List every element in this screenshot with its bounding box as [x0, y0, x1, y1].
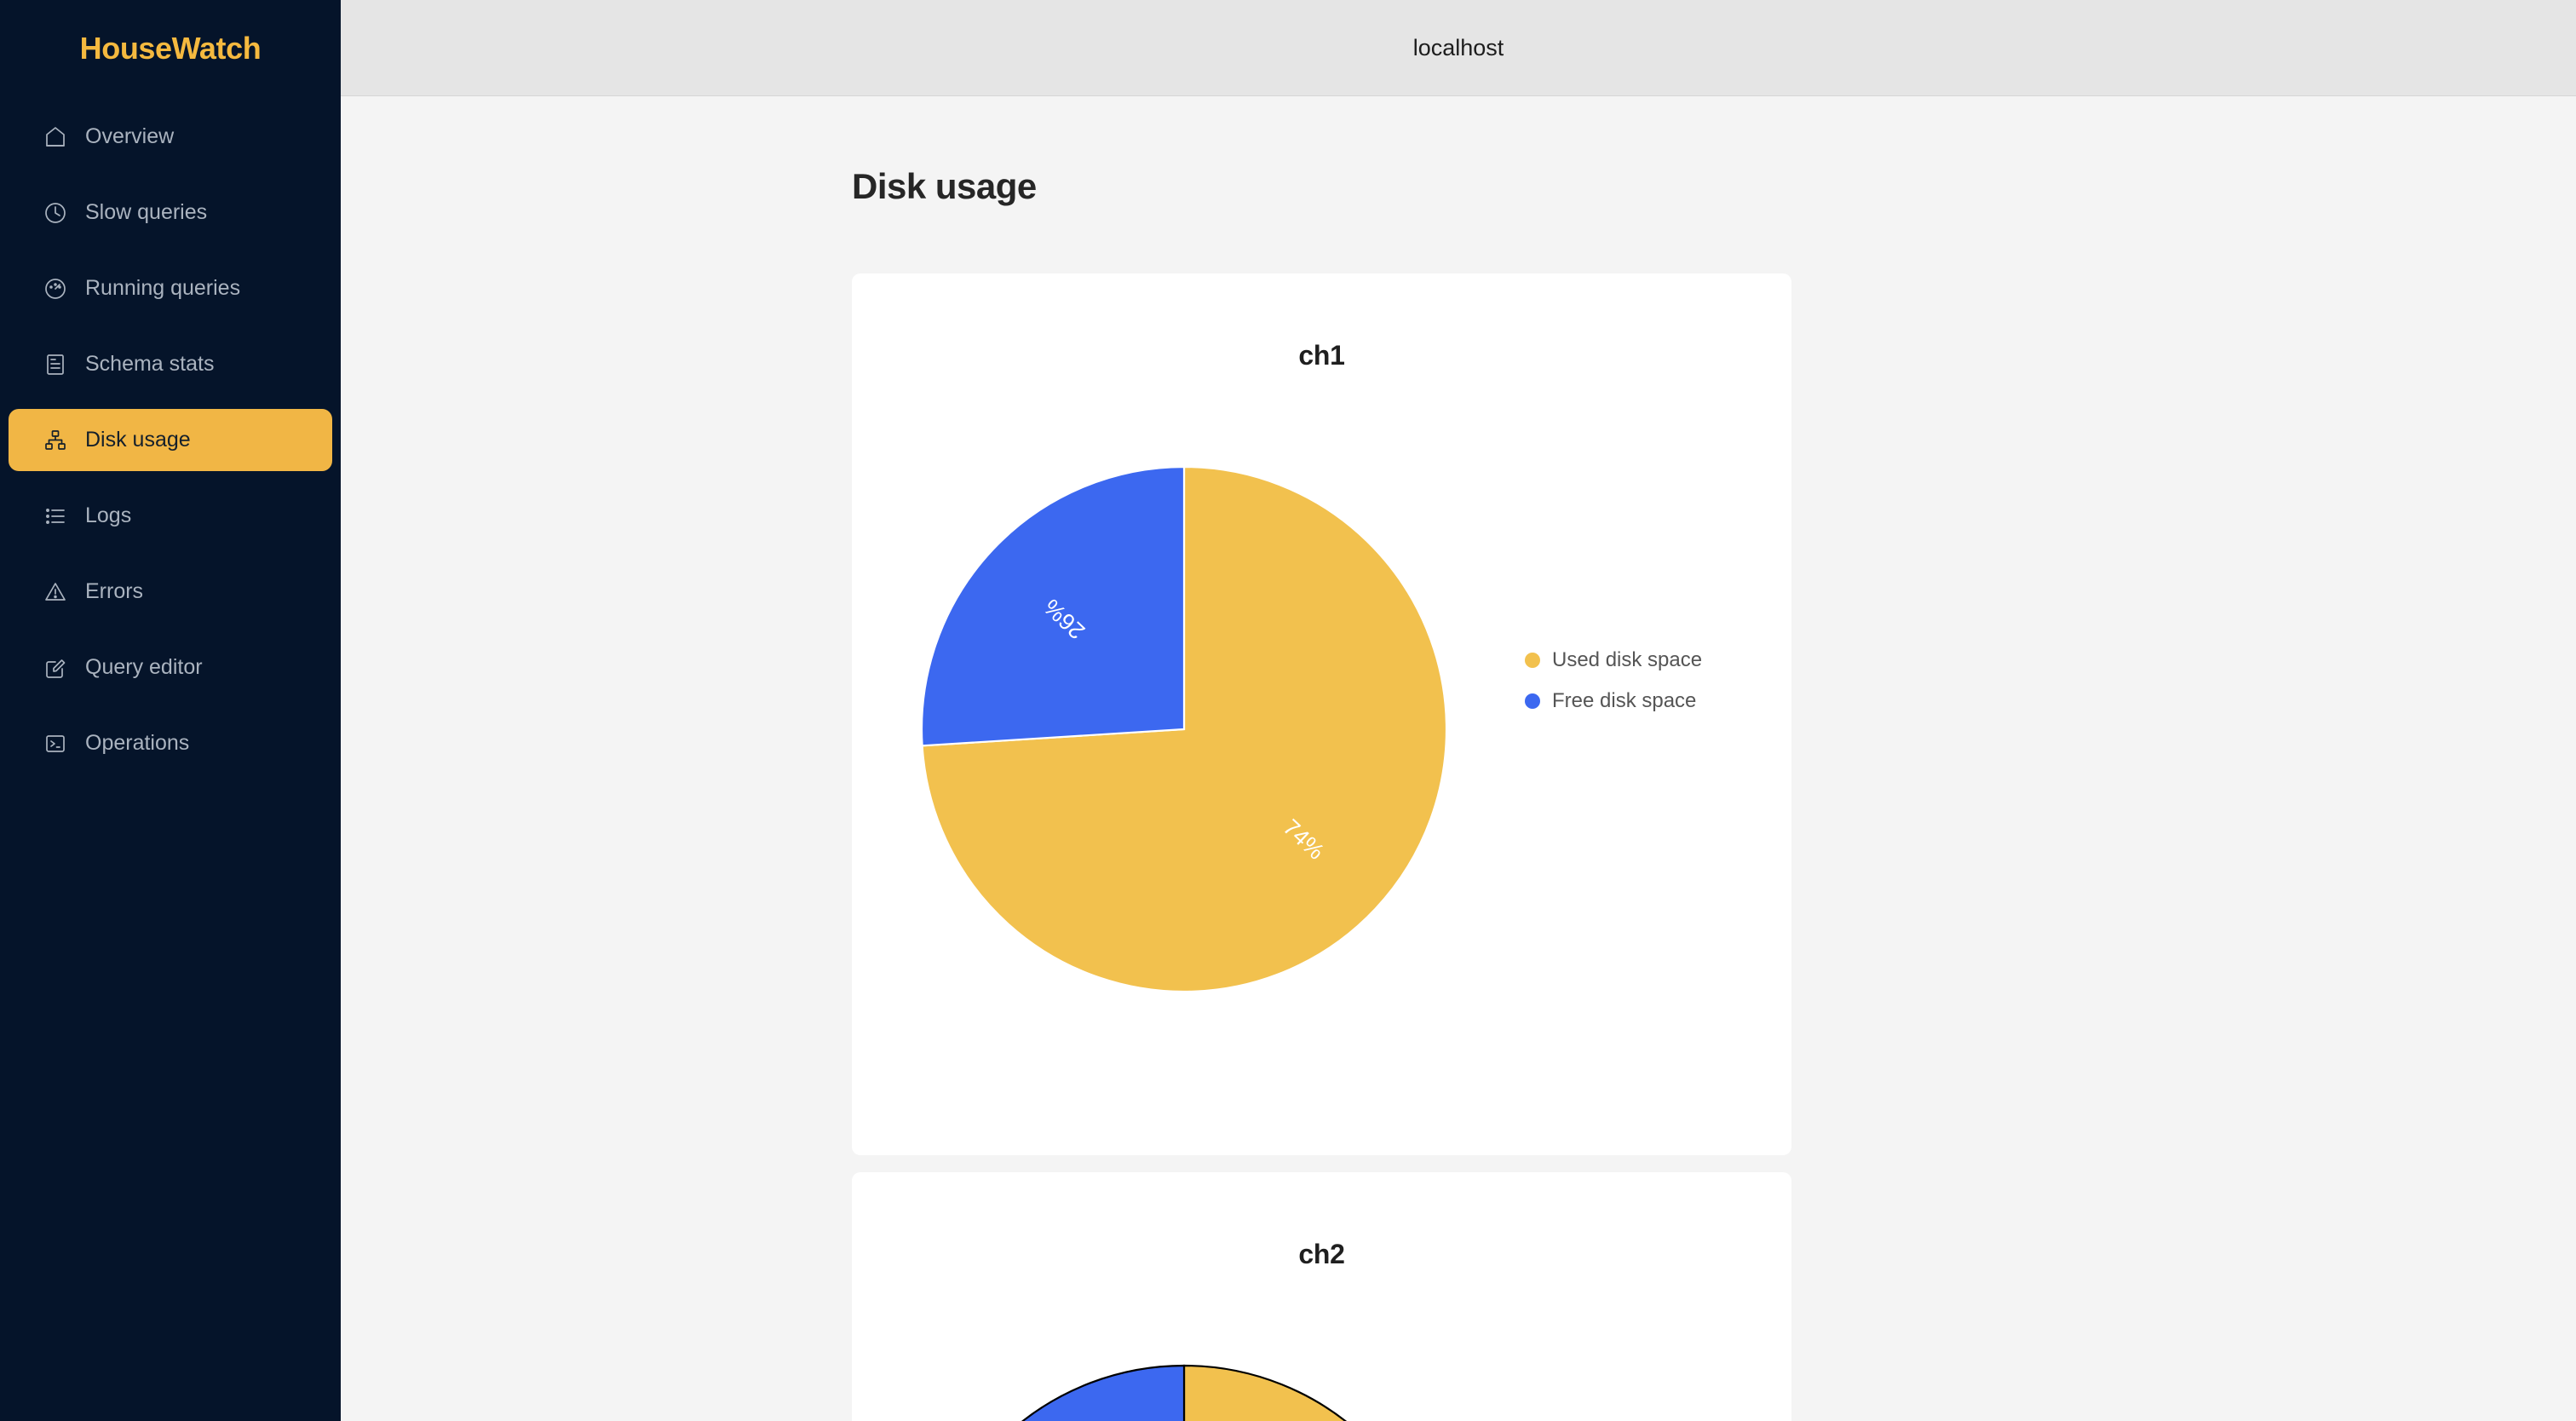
app-logo: HouseWatch [0, 24, 341, 85]
legend-item[interactable]: Used disk space [1525, 640, 1702, 681]
sidebar-item-overview[interactable]: Overview [9, 106, 332, 168]
sidebar: HouseWatch Overview Slow queries Running q… [0, 0, 341, 1421]
sidebar-item-label: Logs [85, 503, 131, 528]
sitemap-icon [43, 428, 68, 453]
sidebar-item-slow-queries[interactable]: Slow queries [9, 181, 332, 244]
page-title: Disk usage [341, 96, 2576, 207]
pie-wrapper: 74%26% [903, 431, 1653, 1032]
chart-area: 74%26%Used disk space Free disk space [852, 401, 1791, 1049]
sidebar-item-label: Schema stats [85, 352, 214, 377]
topbar: localhost [341, 0, 2576, 96]
pie-slice-free-disk-space[interactable] [923, 1366, 1184, 1421]
edit-square-icon [43, 655, 68, 681]
legend-color-swatch [1525, 693, 1540, 709]
sidebar-item-schema-stats[interactable]: Schema stats [9, 333, 332, 395]
legend-label: Used disk space [1552, 648, 1702, 672]
disk-usage-card-grid: ch174%26%Used disk spaceFree disk spacec… [341, 273, 2406, 1421]
terminal-icon [43, 731, 68, 757]
sidebar-item-label: Operations [85, 731, 189, 756]
sidebar-item-operations[interactable]: Operations [9, 712, 332, 774]
card-title: ch1 [852, 273, 1791, 371]
pie-wrapper: 76%24% [903, 1330, 1653, 1421]
legend-item[interactable]: Free disk space [1525, 681, 1702, 722]
warning-triangle-icon [43, 579, 68, 605]
legend-color-swatch [1525, 653, 1540, 668]
sidebar-item-query-editor[interactable]: Query editor [9, 636, 332, 699]
host-label: localhost [1413, 35, 1504, 61]
sidebar-item-label: Query editor [85, 655, 203, 680]
app-root: HouseWatch Overview Slow queries Running q… [0, 0, 2576, 1421]
gauge-icon [43, 276, 68, 302]
disk-usage-card[interactable]: ch1 74%26%Used disk space Free disk space [852, 273, 1791, 1155]
sidebar-item-disk-usage[interactable]: Disk usage [9, 409, 332, 471]
chart-area: 76%24%Used disk spaceFree disk space [852, 1300, 1791, 1421]
card-title: ch2 [852, 1172, 1791, 1270]
sidebar-item-label: Overview [85, 124, 174, 149]
home-icon [43, 124, 68, 150]
clock-icon [43, 200, 68, 226]
pie-chart-ch2[interactable]: 76%24% [903, 1330, 1653, 1421]
server-icon [43, 352, 68, 377]
chart-legend: Used disk space Free disk space [1525, 640, 1702, 722]
sidebar-item-label: Disk usage [85, 428, 191, 452]
disk-usage-card[interactable]: ch2 76%24%Used disk spaceFree disk space [852, 1172, 1791, 1421]
content-scroll: Disk usage ch1 74%26%Used disk space Free … [341, 96, 2576, 1421]
sidebar-item-label: Slow queries [85, 200, 207, 225]
sidebar-nav: Overview Slow queries Running queries Schem… [0, 106, 341, 774]
legend-label: Free disk space [1552, 689, 1696, 713]
pie-chart-ch1[interactable]: 74%26% [903, 431, 1653, 1027]
sidebar-item-label: Running queries [85, 276, 240, 301]
sidebar-item-logs[interactable]: Logs [9, 485, 332, 547]
main-area: localhost Disk usage ch1 74%26%Used disk … [341, 0, 2576, 1421]
sidebar-item-errors[interactable]: Errors [9, 561, 332, 623]
list-icon [43, 503, 68, 529]
sidebar-item-running-queries[interactable]: Running queries [9, 257, 332, 319]
sidebar-item-label: Errors [85, 579, 143, 604]
